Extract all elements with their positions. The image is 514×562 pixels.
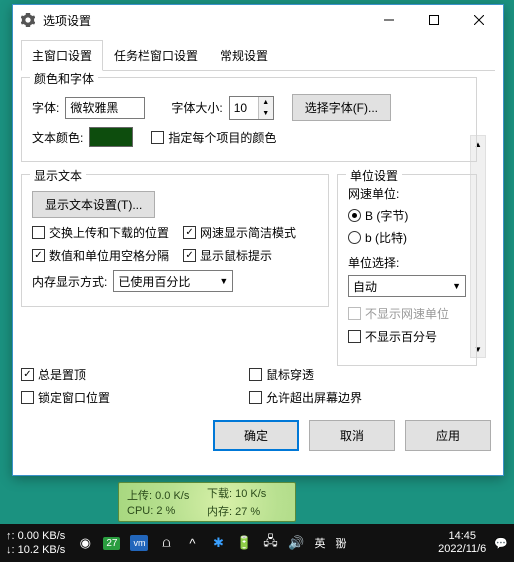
close-button[interactable] [456, 6, 501, 34]
ime-indicator-2[interactable]: 翂 [335, 535, 346, 551]
apply-button[interactable]: 应用 [405, 420, 491, 451]
font-size-label: 字体大小: [171, 99, 222, 116]
spin-down-icon[interactable]: ▼ [259, 108, 273, 119]
per-item-color-checkbox[interactable]: 指定每个项目的颜色 [151, 129, 276, 146]
text-color-swatch[interactable] [89, 127, 133, 147]
font-size-input[interactable] [230, 97, 258, 119]
group-color-font: 颜色和字体 字体: 字体大小: ▲▼ 选择字体(F)... 文本颜色: [21, 77, 477, 162]
settings-window: 选项设置 主窗口设置 任务栏窗口设置 常规设置 ▲ ▼ 颜色和字体 字体: [12, 4, 504, 476]
text-color-label: 文本颜色: [32, 129, 83, 146]
mouse-tooltip-checkbox[interactable]: 显示鼠标提示 [183, 247, 272, 264]
tab-main-window[interactable]: 主窗口设置 [21, 40, 103, 71]
overlay-memory: 内存: 27 % [207, 503, 287, 519]
ime-indicator-1[interactable]: 英 [314, 535, 325, 551]
taskbar-down-speed: ↓: 10.2 KB/s [6, 543, 65, 557]
traffic-monitor-overlay[interactable]: 上传: 0.0 K/s CPU: 2 % 下载: 10 K/s 内存: 27 % [118, 482, 296, 522]
tray-circle-icon[interactable]: ◉ [77, 535, 93, 551]
clock-date: 2022/11/6 [438, 543, 486, 556]
volume-icon[interactable]: 🔊 [288, 535, 304, 551]
taskbar-up-speed: ↑: 0.00 KB/s [6, 529, 65, 543]
gear-icon [21, 13, 35, 27]
mouse-through-checkbox[interactable]: 鼠标穿透 [249, 366, 477, 383]
memory-display-select[interactable]: 已使用百分比▼ [113, 270, 233, 292]
group-unit-settings: 单位设置 网速单位: B (字节) b (比特) 单位选择: 自动▼ 不显示网速… [337, 174, 477, 366]
unit-select[interactable]: 自动▼ [348, 275, 466, 297]
notifications-icon[interactable]: 💬 [494, 537, 508, 550]
choose-font-button[interactable]: 选择字体(F)... [292, 94, 391, 121]
chevron-down-icon: ▼ [219, 276, 228, 286]
chevron-down-icon: ▼ [452, 281, 461, 291]
spin-up-icon[interactable]: ▲ [259, 97, 273, 108]
maximize-button[interactable] [411, 6, 456, 34]
taskbar-clock[interactable]: 14:45 2022/11/6 [438, 530, 486, 556]
ok-button[interactable]: 确定 [213, 420, 299, 451]
unit-bit-radio[interactable]: b (比特) [348, 229, 466, 246]
legend-color-font: 颜色和字体 [30, 70, 98, 87]
cancel-button[interactable]: 取消 [309, 420, 395, 451]
tray-vm-icon[interactable]: vm [130, 535, 148, 551]
clock-time: 14:45 [448, 530, 476, 543]
unit-select-label: 单位选择: [348, 254, 466, 271]
lock-position-checkbox[interactable]: 锁定窗口位置 [21, 389, 249, 406]
swap-upload-download-checkbox[interactable]: 交换上传和下载的位置 [32, 224, 169, 241]
window-title: 选项设置 [43, 12, 366, 29]
compact-mode-checkbox[interactable]: 网速显示简洁模式 [183, 224, 296, 241]
group-display-text: 显示文本 显示文本设置(T)... 交换上传和下载的位置 网速显示简洁模式 数值… [21, 174, 329, 307]
speed-unit-label: 网速单位: [348, 185, 466, 202]
hide-percent-checkbox[interactable]: 不显示百分号 [348, 328, 466, 345]
display-text-settings-button[interactable]: 显示文本设置(T)... [32, 191, 155, 218]
font-size-spinbox[interactable]: ▲▼ [229, 96, 274, 120]
legend-unit: 单位设置 [346, 167, 402, 184]
font-name-input[interactable] [65, 97, 145, 119]
allow-offscreen-checkbox[interactable]: 允许超出屏幕边界 [249, 389, 477, 406]
overlay-download: 下载: 10 K/s [207, 485, 287, 501]
taskbar: ↑: 0.00 KB/s ↓: 10.2 KB/s ◉ 27 vm ⩍ ^ ✱ … [0, 524, 514, 562]
taskbar-net-stats[interactable]: ↑: 0.00 KB/s ↓: 10.2 KB/s [6, 529, 65, 557]
tray-badge[interactable]: 27 [103, 537, 120, 550]
network-icon[interactable]: 🖧 [262, 535, 278, 551]
bluetooth-icon[interactable]: ✱ [210, 535, 226, 551]
titlebar: 选项设置 [13, 5, 503, 35]
always-on-top-checkbox[interactable]: 总是置顶 [21, 366, 249, 383]
overlay-cpu: CPU: 2 % [127, 505, 207, 517]
overlay-upload: 上传: 0.0 K/s [127, 487, 207, 503]
tab-taskbar-window[interactable]: 任务栏窗口设置 [103, 40, 209, 71]
tray-chevron-up-icon[interactable]: ^ [184, 535, 200, 551]
font-label: 字体: [32, 99, 59, 116]
hide-net-unit-checkbox: 不显示网速单位 [348, 305, 466, 322]
memory-display-label: 内存显示方式: [32, 273, 107, 290]
unit-byte-radio[interactable]: B (字节) [348, 207, 466, 224]
minimize-button[interactable] [366, 6, 411, 34]
tab-general[interactable]: 常规设置 [209, 40, 279, 71]
tabs: 主窗口设置 任务栏窗口设置 常规设置 [21, 39, 495, 71]
space-separator-checkbox[interactable]: 数值和单位用空格分隔 [32, 247, 169, 264]
tray-app-icon[interactable]: ⩍ [158, 535, 174, 551]
battery-icon[interactable]: 🔋 [236, 535, 252, 551]
legend-display-text: 显示文本 [30, 167, 86, 184]
